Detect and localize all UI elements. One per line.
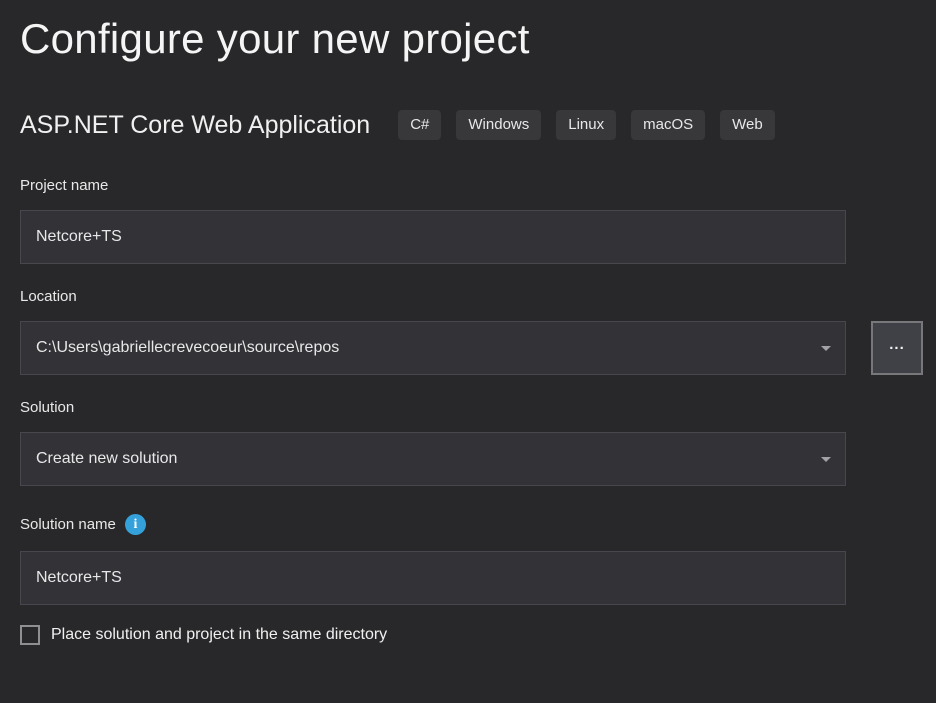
template-name: ASP.NET Core Web Application <box>20 111 370 140</box>
same-directory-checkbox[interactable] <box>20 625 40 645</box>
same-directory-row: Place solution and project in the same d… <box>20 625 846 645</box>
tag-web: Web <box>720 110 775 140</box>
chevron-down-icon <box>821 457 831 462</box>
template-header: ASP.NET Core Web Application C# Windows … <box>20 110 936 140</box>
solution-name-input[interactable] <box>20 551 846 605</box>
solution-value: Create new solution <box>36 450 177 468</box>
location-combobox[interactable]: C:\Users\gabriellecrevecoeur\source\repo… <box>20 321 846 375</box>
tag-macos: macOS <box>631 110 705 140</box>
same-directory-label[interactable]: Place solution and project in the same d… <box>51 626 387 644</box>
configure-project-dialog: Configure your new project ASP.NET Core … <box>0 12 936 645</box>
tag-csharp: C# <box>398 110 441 140</box>
solution-name-label: Solution name <box>20 516 116 533</box>
solution-name-label-row: Solution name i <box>20 514 846 535</box>
browse-location-button[interactable]: ... <box>871 321 923 375</box>
info-icon[interactable]: i <box>125 514 146 535</box>
project-config-form: Project name Location C:\Users\gabrielle… <box>20 177 846 645</box>
project-name-input[interactable] <box>20 210 846 264</box>
chevron-down-icon <box>821 346 831 351</box>
project-name-label: Project name <box>20 177 846 194</box>
solution-label: Solution <box>20 399 846 416</box>
tag-linux: Linux <box>556 110 616 140</box>
page-title: Configure your new project <box>20 12 936 66</box>
location-value: C:\Users\gabriellecrevecoeur\source\repo… <box>36 339 339 357</box>
tag-windows: Windows <box>456 110 541 140</box>
location-row: C:\Users\gabriellecrevecoeur\source\repo… <box>20 321 846 375</box>
location-label: Location <box>20 288 846 305</box>
solution-combobox[interactable]: Create new solution <box>20 432 846 486</box>
template-tags: C# Windows Linux macOS Web <box>398 110 775 140</box>
